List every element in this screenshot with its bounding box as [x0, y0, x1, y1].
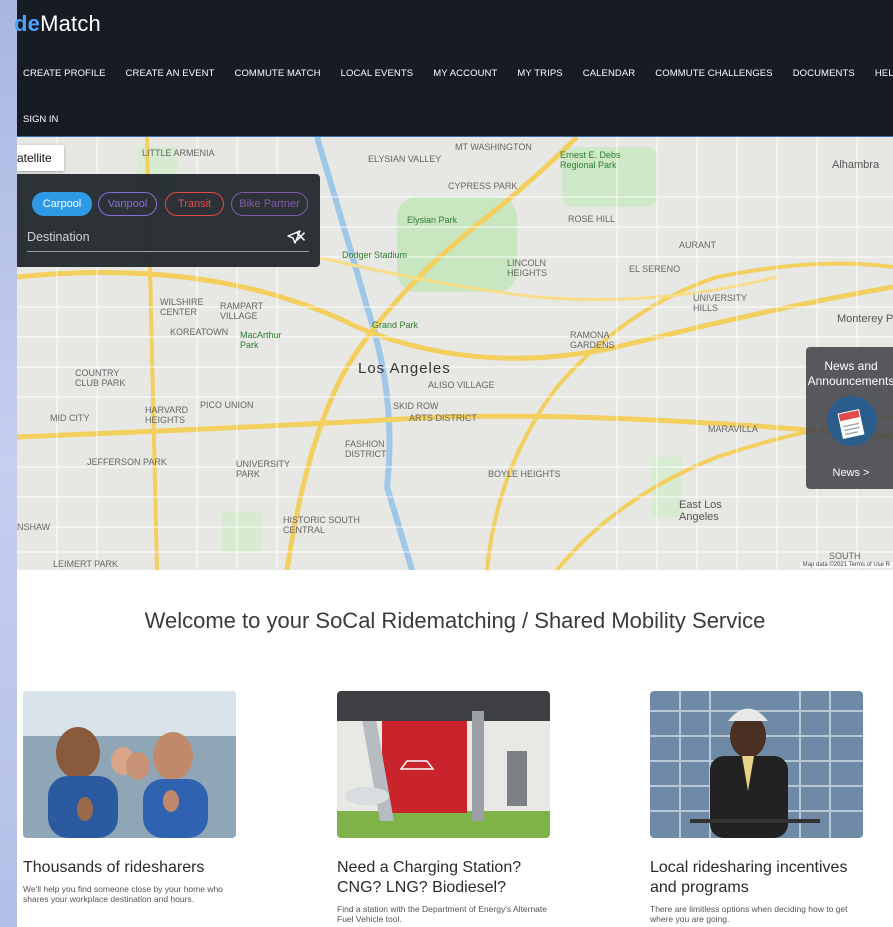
map-label-leimert-park: LEIMERT PARK [53, 559, 119, 569]
map-label-south: SOUTH [829, 551, 861, 561]
map-label-aurant: AURANT [679, 240, 717, 250]
map-label-maravilla: MARAVILLA [708, 424, 758, 434]
news-link[interactable]: News > [806, 467, 893, 479]
map-label-cypress-park: CYPRESS PARK [448, 181, 518, 191]
map-label-ramona-gardens: RAMONA GARDENS [570, 330, 615, 350]
map-label-rose-hill: ROSE HILL [568, 214, 616, 224]
brand-logo[interactable]: deMatch [14, 11, 101, 37]
map-label-los-angeles: Los Angeles [358, 360, 451, 377]
map-label-rampart-village: RAMPART VILLAGE [220, 301, 264, 321]
card-title-charging: Need a Charging Station? CNG? LNG? Biodi… [337, 859, 522, 896]
map-label-lincoln-heights: LINCOLN HEIGHTS [507, 258, 548, 278]
card-image-ridesharers[interactable] [23, 691, 236, 838]
map-label-debs-park: Ernest E. Debs Regional Park [560, 150, 621, 170]
top-header: deMatch CREATE PROFILE CREATE AN EVENT C… [14, 0, 893, 137]
left-decorative-strip [0, 0, 17, 927]
map-label-mt-washington: MT WASHINGTON [455, 142, 532, 152]
map-label-aliso-village: ALISO VILLAGE [428, 380, 495, 390]
nav-help[interactable]: HELP [875, 68, 893, 79]
map-label-arts-district: ARTS DISTRICT [409, 413, 477, 423]
map-label-elysian-park: Elysian Park [407, 215, 458, 225]
trip-mode-panel: Carpool Vanpool Transit Bike Partner ✕ [17, 174, 320, 267]
map-label-country-club-park: COUNTRY CLUB PARK [75, 368, 126, 388]
map-label-grand-park: Grand Park [372, 320, 419, 330]
map-label-university-hills: UNIVERSITY HILLS [693, 293, 747, 313]
card-text-charging: Find a station with the Department of En… [337, 904, 547, 924]
map-label-macarthur-park: MacArthur Park [240, 330, 282, 350]
map-label-alhambra: Alhambra [832, 159, 880, 171]
map-label-elysian-valley: ELYSIAN VALLEY [368, 154, 442, 164]
card-title-ridesharers: Thousands of ridesharers [23, 859, 205, 876]
destination-input[interactable] [27, 228, 247, 244]
map-label-dodger-stadium: Dodger Stadium [342, 250, 408, 260]
card-image-charging[interactable] [337, 691, 550, 838]
nav-my-trips[interactable]: MY TRIPS [517, 68, 562, 79]
card-ridesharers: Thousands of ridesharers We'll help you … [23, 691, 236, 904]
mode-bike-partner-button[interactable]: Bike Partner [231, 192, 308, 216]
nav-create-profile[interactable]: CREATE PROFILE [23, 68, 106, 79]
card-text-incentives: There are limitless options when decidin… [650, 904, 848, 924]
map-label-skid-row: SKID ROW [393, 401, 439, 411]
satellite-toggle[interactable]: atellite [17, 145, 64, 171]
nav-calendar[interactable]: CALENDAR [583, 68, 636, 79]
nav-commute-challenges[interactable]: COMMUTE CHALLENGES [655, 68, 772, 79]
map-label-historic-south-central: HISTORIC SOUTH CENTRAL [283, 515, 360, 535]
map-label-boyle-heights: BOYLE HEIGHTS [488, 469, 561, 479]
card-image-incentives[interactable] [650, 691, 863, 838]
nav-my-account[interactable]: MY ACCOUNT [433, 68, 497, 79]
mode-transit-button[interactable]: Transit [165, 192, 224, 216]
nav-documents[interactable]: DOCUMENTS [793, 68, 855, 79]
map-attribution[interactable]: Map data ©2021 Terms of Use R [799, 562, 893, 568]
map-label-fashion-district: FASHION DISTRICT [345, 439, 387, 459]
clear-icon[interactable]: ✕ [294, 228, 307, 246]
map-label-pico-union: PICO UNION [200, 400, 254, 410]
map-label-nshaw: NSHAW [17, 522, 51, 532]
mode-carpool-button[interactable]: Carpool [32, 192, 92, 216]
map-label-monterey: Monterey P [837, 313, 893, 325]
map-label-university-park: UNIVERSITY PARK [236, 459, 290, 479]
news-panel: News and Announcements News > [806, 347, 893, 489]
news-title: News and Announcements [807, 359, 893, 388]
welcome-heading: Welcome to your SoCal Ridematching / Sha… [144, 608, 766, 633]
main-nav: CREATE PROFILE CREATE AN EVENT COMMUTE M… [23, 68, 893, 79]
map-label-harvard-heights: HARVARD HEIGHTS [145, 405, 189, 425]
nav-create-event[interactable]: CREATE AN EVENT [126, 68, 215, 79]
main-content: Welcome to your SoCal Ridematching / Sha… [17, 570, 893, 927]
nav-commute-match[interactable]: COMMUTE MATCH [234, 68, 320, 79]
map-label-jefferson-park: JEFFERSON PARK [87, 457, 167, 467]
card-title-incentives: Local ridesharing incentives and program… [650, 859, 848, 896]
nav-local-events[interactable]: LOCAL EVENTS [341, 68, 414, 79]
map-label-east-la: East Los Angeles [679, 499, 722, 523]
map-label-wilshire-center: WILSHIRE CENTER [160, 297, 204, 317]
map-label-mid-city: MID CITY [50, 413, 90, 423]
card-incentives: Local ridesharing incentives and program… [650, 691, 863, 924]
map-label-little-armenia: LITTLE ARMENIA [142, 148, 215, 158]
card-text-ridesharers: We'll help you find someone close by you… [23, 884, 223, 904]
sign-in-link[interactable]: SIGN IN [23, 114, 58, 125]
mode-vanpool-button[interactable]: Vanpool [98, 192, 157, 216]
map-view[interactable]: Los Angeles Alhambra Monterey P East Los… [17, 137, 893, 570]
map-label-koreatown: KOREATOWN [170, 327, 229, 337]
card-charging: Need a Charging Station? CNG? LNG? Biodi… [337, 691, 550, 924]
destination-field: ✕ [27, 228, 309, 252]
map-label-el-sereno: EL SERENO [629, 264, 681, 274]
